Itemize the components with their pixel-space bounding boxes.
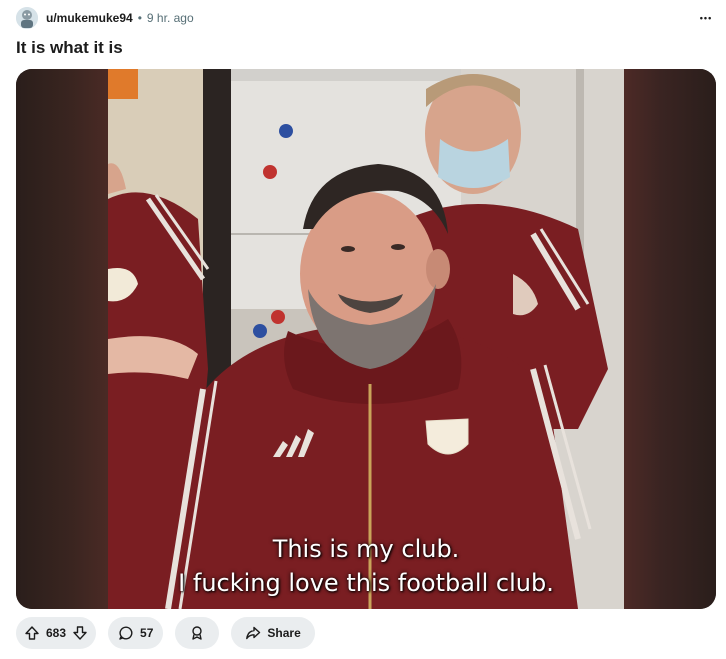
video-still <box>108 69 624 609</box>
vote-count: 683 <box>46 626 67 640</box>
more-options-button[interactable]: ••• <box>694 6 718 30</box>
author-link[interactable]: u/mukemuke94 <box>46 11 133 25</box>
meta-separator: • <box>137 11 142 25</box>
video-frame <box>108 69 624 609</box>
post-timestamp: 9 hr. ago <box>146 11 194 25</box>
video-subtitle-line-1: This is my club. <box>272 535 460 563</box>
media-blur-left <box>16 69 108 609</box>
share-label: Share <box>267 626 301 640</box>
share-icon <box>245 625 261 641</box>
avatar[interactable] <box>16 7 38 29</box>
media-blur-right <box>624 69 716 609</box>
video-subtitle-line-2: I fucking love this football club. <box>178 569 554 597</box>
video-player[interactable]: This is my club. I fucking love this foo… <box>16 69 716 609</box>
post-header: u/mukemuke94 • 9 hr. ago ••• <box>16 6 718 30</box>
vote-control: 683 <box>16 617 97 649</box>
post-action-bar: 683 57 Share <box>16 617 315 649</box>
share-button[interactable]: Share <box>231 617 315 649</box>
comments-button[interactable]: 57 <box>108 617 164 649</box>
comment-icon <box>118 625 134 641</box>
post-card: u/mukemuke94 • 9 hr. ago ••• It is what … <box>0 0 726 659</box>
post-title[interactable]: It is what it is <box>16 38 123 58</box>
comment-count: 57 <box>140 626 154 640</box>
award-button[interactable] <box>175 617 220 649</box>
downvote-icon[interactable] <box>72 625 88 641</box>
award-icon <box>189 625 205 641</box>
upvote-icon[interactable] <box>24 625 40 641</box>
more-icon: ••• <box>699 13 713 23</box>
